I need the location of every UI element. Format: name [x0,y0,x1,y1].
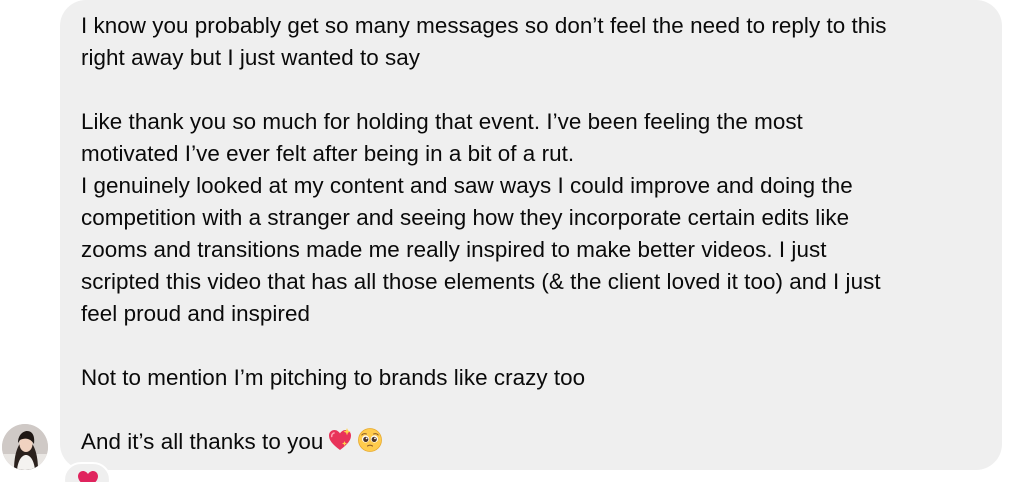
message-line: competition with a stranger and seeing h… [81,205,850,230]
pleading-face-icon [357,427,383,462]
message-line [81,74,982,106]
message-line [81,394,982,426]
message-line: I know you probably get so many messages… [81,13,887,38]
message-line: Not to mention I’m pitching to brands li… [81,365,586,390]
message-thread: I know you probably get so many messages… [0,0,1011,482]
message-line: I genuinely looked at my content and saw… [81,173,853,198]
message-line: scripted this video that has all those e… [81,269,881,294]
avatar[interactable] [2,424,48,470]
reaction-badge[interactable] [63,462,111,482]
message-line: zooms and transitions made me really ins… [81,237,827,262]
message-line [81,330,982,362]
red-heart-icon [78,471,98,482]
message-line: right away but I just wanted to say [81,45,421,70]
message-line-text: And it’s all thanks to you [81,429,324,454]
avatar-photo [2,424,48,470]
message-line: Like thank you so much for holding that … [81,109,803,134]
message-line: motivated I’ve ever felt after being in … [81,141,575,166]
message-line: feel proud and inspired [81,301,310,326]
message-line-last: And it’s all thanks to you [81,426,982,458]
message-bubble[interactable]: I know you probably get so many messages… [60,0,1002,470]
sparkling-heart-icon [327,427,353,462]
